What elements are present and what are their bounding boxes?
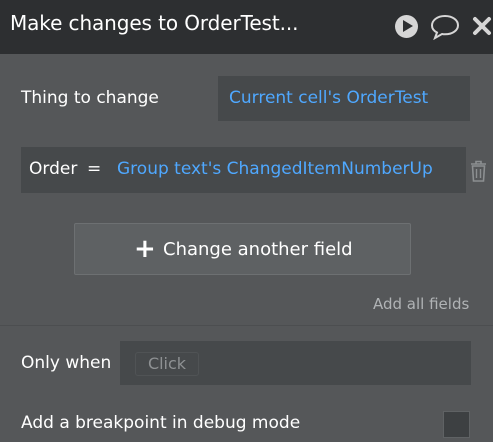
- comment-icon[interactable]: [430, 13, 460, 40]
- change-another-field-label: Change another field: [163, 239, 353, 260]
- play-icon[interactable]: [395, 15, 418, 38]
- field-value[interactable]: Group text's ChangedItemNumberUp: [117, 159, 433, 179]
- close-icon[interactable]: [471, 14, 493, 38]
- thing-to-change-label: Thing to change: [21, 88, 159, 108]
- add-all-fields-link[interactable]: Add all fields: [373, 295, 469, 313]
- divider: [0, 325, 493, 326]
- breakpoint-label: Add a breakpoint in debug mode: [21, 413, 301, 433]
- plus-icon: +: [134, 234, 156, 264]
- trash-icon[interactable]: [469, 159, 488, 183]
- thing-to-change-field[interactable]: Current cell's OrderTest: [218, 76, 470, 121]
- operator-label: =: [87, 159, 102, 179]
- title-bar: Make changes to OrderTest...: [0, 0, 493, 54]
- breakpoint-checkbox[interactable]: [443, 411, 470, 438]
- field-name-label: Order: [29, 159, 78, 179]
- panel-title: Make changes to OrderTest...: [10, 11, 299, 35]
- field-row[interactable]: Order = Group text's ChangedItemNumberUp: [21, 147, 466, 193]
- change-another-field-button[interactable]: + Change another field: [74, 223, 411, 275]
- thing-to-change-value[interactable]: Current cell's OrderTest: [229, 88, 428, 108]
- only-when-label: Only when: [21, 353, 112, 373]
- only-when-placeholder[interactable]: Click: [135, 352, 199, 376]
